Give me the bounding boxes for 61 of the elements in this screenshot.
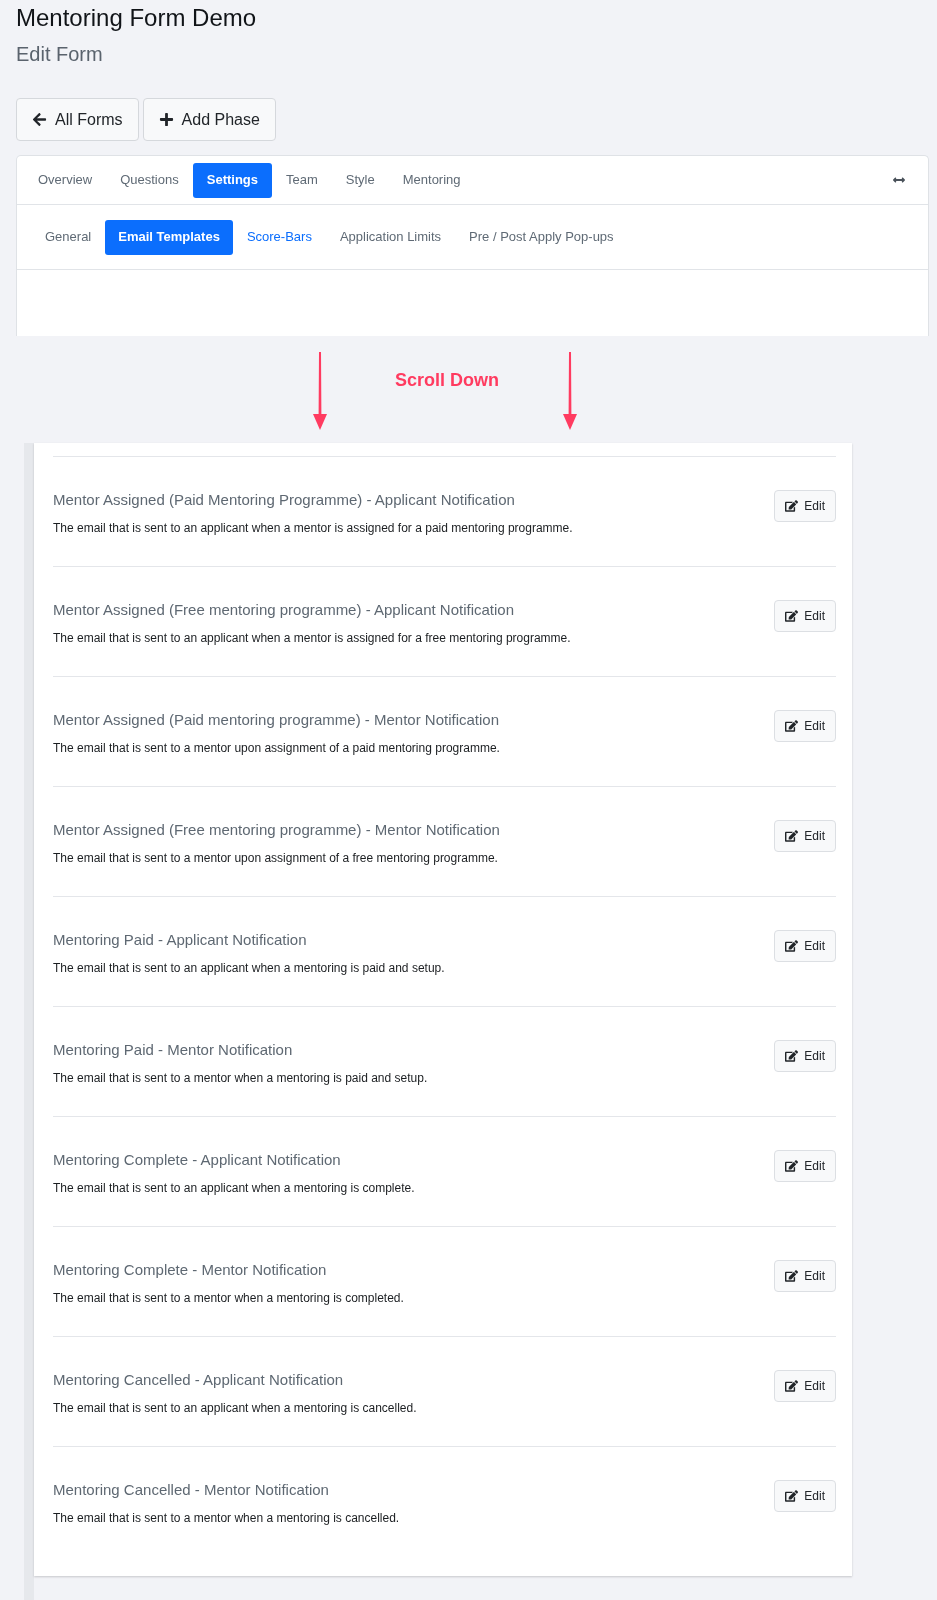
sub-tab[interactable]: Pre / Post Apply Pop-ups	[455, 219, 628, 255]
edit-button[interactable]: Edit	[774, 1150, 836, 1182]
tab[interactable]: Settings	[192, 162, 273, 198]
template-description: The email that is sent to an applicant when a mentoring is cancelled.	[53, 1400, 417, 1416]
edit-icon	[785, 1380, 799, 1392]
edit-button[interactable]: Edit	[774, 820, 836, 852]
action-button[interactable]: All Forms	[16, 98, 139, 141]
template-description: The email that is sent to an applicant when a mentor is assigned for a paid mentoring programme.	[53, 520, 573, 536]
edit-button[interactable]: Edit	[774, 930, 836, 962]
sub-tab[interactable]: General	[31, 219, 106, 255]
down-arrow-icon	[313, 352, 327, 430]
edit-button[interactable]: Edit	[774, 1040, 836, 1072]
edit-icon	[785, 500, 799, 512]
edit-icon	[785, 1270, 799, 1282]
page-title: Mentoring Form Demo	[16, 4, 257, 32]
edit-icon	[785, 610, 799, 622]
template-title: Mentoring Paid - Mentor Notification	[53, 1040, 293, 1060]
tab[interactable]: Questions	[106, 162, 193, 198]
down-arrow-icon	[563, 352, 577, 430]
resize-horizontal-icon[interactable]	[892, 174, 906, 186]
edit-button[interactable]: Edit	[774, 490, 836, 522]
template-title: Mentoring Cancelled - Mentor Notification	[53, 1480, 329, 1500]
template-title: Mentor Assigned (Free mentoring programme) - Mentor Notification	[53, 820, 500, 840]
tab[interactable]: Mentoring	[388, 162, 475, 198]
edit-icon	[785, 830, 799, 842]
arrow-left-icon	[32, 112, 47, 127]
template-title: Mentoring Cancelled - Applicant Notification	[53, 1370, 344, 1390]
template-description: The email that is sent to an applicant when a mentoring is complete.	[53, 1180, 415, 1196]
template-description: The email that is sent to an applicant when a mentor is assigned for a free mentoring programme.	[53, 630, 571, 646]
edit-icon	[785, 720, 799, 732]
edit-icon	[785, 1050, 799, 1062]
template-title: Mentoring Complete - Applicant Notification	[53, 1150, 341, 1170]
tab[interactable]: Style	[331, 162, 389, 198]
template-title: Mentor Assigned (Paid mentoring programme) - Mentor Notification	[53, 710, 500, 730]
edit-button[interactable]: Edit	[774, 710, 836, 742]
action-button[interactable]: Add Phase	[142, 98, 276, 141]
template-description: The email that is sent to an applicant when a mentoring is paid and setup.	[53, 960, 445, 976]
template-title: Mentoring Paid - Applicant Notification	[53, 930, 307, 950]
template-description: The email that is sent to a mentor upon assignment of a free mentoring programme.	[53, 850, 498, 866]
edit-button[interactable]: Edit	[774, 1480, 836, 1512]
edit-icon	[785, 1490, 799, 1502]
edit-icon	[785, 940, 799, 952]
template-title: Mentor Assigned (Free mentoring programme) - Applicant Notification	[53, 600, 515, 620]
page-subtitle: Edit Form	[16, 42, 103, 66]
edit-icon	[785, 1160, 799, 1172]
sub-tab[interactable]: Application Limits	[325, 219, 456, 255]
template-title: Mentor Assigned (Paid Mentoring Programme) - Applicant Notification	[53, 490, 515, 510]
template-description: The email that is sent to a mentor upon assignment of a paid mentoring programme.	[53, 740, 500, 756]
tab[interactable]: Team	[272, 162, 332, 198]
tab[interactable]: Overview	[24, 162, 107, 198]
plus-icon	[158, 112, 174, 127]
edit-button[interactable]: Edit	[774, 1260, 836, 1292]
sub-tab[interactable]: Score-Bars	[232, 219, 326, 255]
edit-button[interactable]: Edit	[774, 1370, 836, 1402]
scroll-down-annotation: Scroll Down	[395, 369, 499, 391]
edit-button[interactable]: Edit	[774, 600, 836, 632]
template-title: Mentoring Complete - Mentor Notification	[53, 1260, 327, 1280]
template-description: The email that is sent to a mentor when a mentoring is paid and setup.	[53, 1070, 428, 1086]
template-description: The email that is sent to a mentor when a mentoring is completed.	[53, 1290, 404, 1306]
template-description: The email that is sent to a mentor when a mentoring is cancelled.	[53, 1510, 400, 1526]
sub-tab[interactable]: Email Templates	[105, 219, 233, 255]
